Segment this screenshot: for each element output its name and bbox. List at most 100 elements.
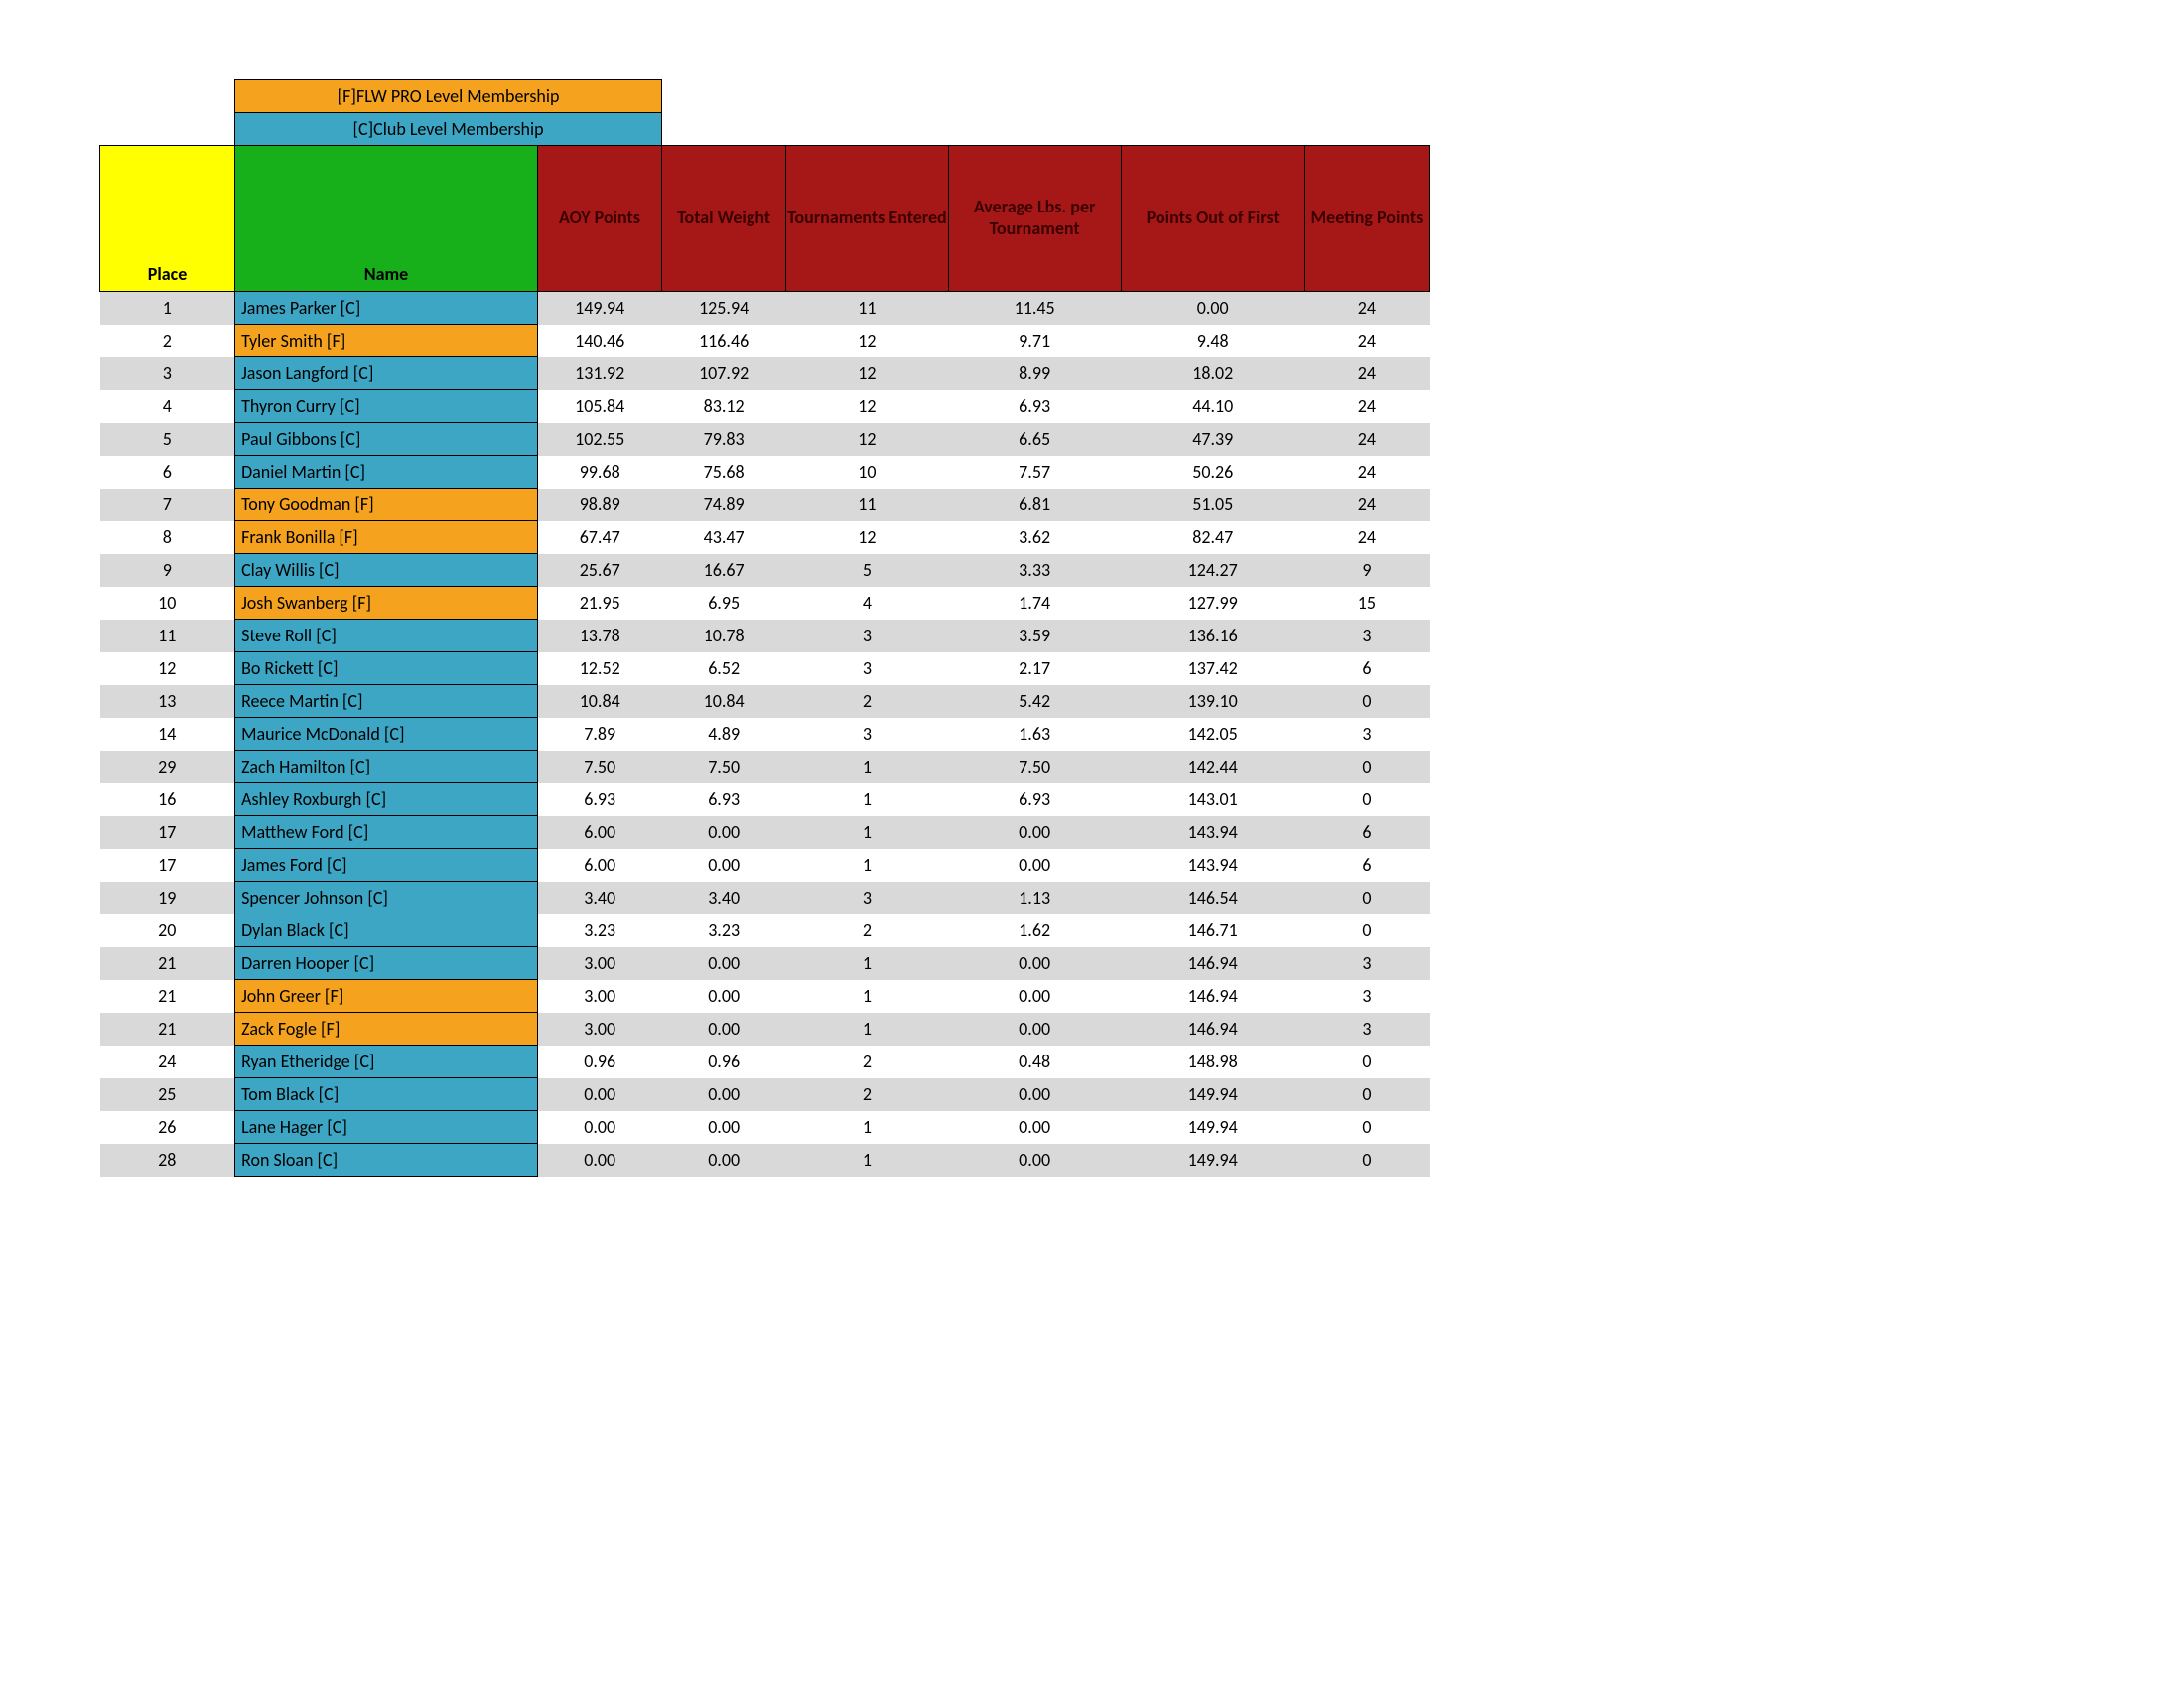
cell-avg-lbs: 3.62 <box>948 521 1121 554</box>
cell-avg-lbs: 2.17 <box>948 652 1121 685</box>
cell-points-out: 146.71 <box>1121 914 1304 947</box>
cell-total-weight: 6.93 <box>662 783 786 816</box>
legend-club-label: [C]Club Level Membership <box>235 113 662 146</box>
cell-name: Tom Black [C] <box>235 1078 538 1111</box>
cell-tournaments: 5 <box>786 554 948 587</box>
cell-meeting: 24 <box>1304 390 1429 423</box>
cell-total-weight: 0.00 <box>662 980 786 1013</box>
cell-tournaments: 11 <box>786 292 948 325</box>
cell-meeting: 24 <box>1304 292 1429 325</box>
header-avg-lbs: Average Lbs. per Tournament <box>948 146 1121 292</box>
table-row: 3Jason Langford [C]131.92107.92128.9918.… <box>100 357 1430 390</box>
cell-aoy: 21.95 <box>537 587 661 620</box>
table-row: 28Ron Sloan [C]0.000.0010.00149.940 <box>100 1144 1430 1177</box>
cell-name: Clay Willis [C] <box>235 554 538 587</box>
cell-aoy: 3.40 <box>537 882 661 914</box>
cell-meeting: 15 <box>1304 587 1429 620</box>
cell-aoy: 0.00 <box>537 1144 661 1177</box>
cell-total-weight: 7.50 <box>662 751 786 783</box>
cell-name: James Ford [C] <box>235 849 538 882</box>
cell-total-weight: 0.00 <box>662 1078 786 1111</box>
header-meeting: Meeting Points <box>1304 146 1429 292</box>
cell-total-weight: 16.67 <box>662 554 786 587</box>
cell-tournaments: 1 <box>786 1013 948 1046</box>
cell-points-out: 82.47 <box>1121 521 1304 554</box>
cell-points-out: 47.39 <box>1121 423 1304 456</box>
cell-aoy: 140.46 <box>537 325 661 357</box>
cell-aoy: 25.67 <box>537 554 661 587</box>
cell-name: Thyron Curry [C] <box>235 390 538 423</box>
legend-row-club: [C]Club Level Membership <box>100 113 1430 146</box>
cell-name: Reece Martin [C] <box>235 685 538 718</box>
cell-points-out: 142.05 <box>1121 718 1304 751</box>
cell-meeting: 6 <box>1304 652 1429 685</box>
cell-total-weight: 43.47 <box>662 521 786 554</box>
cell-total-weight: 10.78 <box>662 620 786 652</box>
cell-name: Paul Gibbons [C] <box>235 423 538 456</box>
table-row: 7Tony Goodman [F]98.8974.89116.8151.0524 <box>100 489 1430 521</box>
cell-total-weight: 10.84 <box>662 685 786 718</box>
cell-aoy: 6.00 <box>537 849 661 882</box>
cell-place: 2 <box>100 325 235 357</box>
cell-total-weight: 83.12 <box>662 390 786 423</box>
cell-points-out: 143.94 <box>1121 849 1304 882</box>
header-row: Place Name AOY Points Total Weight Tourn… <box>100 146 1430 292</box>
cell-tournaments: 1 <box>786 980 948 1013</box>
cell-tournaments: 1 <box>786 751 948 783</box>
cell-total-weight: 0.00 <box>662 947 786 980</box>
cell-name: Maurice McDonald [C] <box>235 718 538 751</box>
cell-place: 16 <box>100 783 235 816</box>
cell-name: Steve Roll [C] <box>235 620 538 652</box>
cell-aoy: 6.93 <box>537 783 661 816</box>
cell-tournaments: 3 <box>786 882 948 914</box>
cell-avg-lbs: 3.59 <box>948 620 1121 652</box>
cell-points-out: 127.99 <box>1121 587 1304 620</box>
cell-total-weight: 0.00 <box>662 849 786 882</box>
cell-meeting: 24 <box>1304 325 1429 357</box>
cell-name: Dylan Black [C] <box>235 914 538 947</box>
cell-avg-lbs: 0.00 <box>948 816 1121 849</box>
header-name: Name <box>235 146 538 292</box>
cell-points-out: 139.10 <box>1121 685 1304 718</box>
cell-place: 20 <box>100 914 235 947</box>
cell-total-weight: 74.89 <box>662 489 786 521</box>
cell-points-out: 146.94 <box>1121 1013 1304 1046</box>
cell-total-weight: 0.00 <box>662 1013 786 1046</box>
cell-avg-lbs: 1.74 <box>948 587 1121 620</box>
cell-total-weight: 3.40 <box>662 882 786 914</box>
cell-avg-lbs: 0.00 <box>948 1111 1121 1144</box>
cell-name: Zach Hamilton [C] <box>235 751 538 783</box>
cell-tournaments: 10 <box>786 456 948 489</box>
cell-name: John Greer [F] <box>235 980 538 1013</box>
cell-avg-lbs: 7.50 <box>948 751 1121 783</box>
cell-avg-lbs: 6.81 <box>948 489 1121 521</box>
header-tournaments: Tournaments Entered <box>786 146 948 292</box>
table-row: 17Matthew Ford [C]6.000.0010.00143.946 <box>100 816 1430 849</box>
cell-name: Jason Langford [C] <box>235 357 538 390</box>
table-row: 17James Ford [C]6.000.0010.00143.946 <box>100 849 1430 882</box>
cell-name: Tony Goodman [F] <box>235 489 538 521</box>
cell-aoy: 0.00 <box>537 1111 661 1144</box>
cell-place: 4 <box>100 390 235 423</box>
cell-meeting: 6 <box>1304 816 1429 849</box>
cell-meeting: 0 <box>1304 914 1429 947</box>
cell-tournaments: 2 <box>786 914 948 947</box>
cell-aoy: 7.50 <box>537 751 661 783</box>
table-row: 20Dylan Black [C]3.233.2321.62146.710 <box>100 914 1430 947</box>
cell-tournaments: 3 <box>786 620 948 652</box>
cell-place: 11 <box>100 620 235 652</box>
table-row: 5Paul Gibbons [C]102.5579.83126.6547.392… <box>100 423 1430 456</box>
cell-meeting: 9 <box>1304 554 1429 587</box>
cell-meeting: 0 <box>1304 1144 1429 1177</box>
table-row: 12Bo Rickett [C]12.526.5232.17137.426 <box>100 652 1430 685</box>
cell-aoy: 149.94 <box>537 292 661 325</box>
table-row: 13Reece Martin [C]10.8410.8425.42139.100 <box>100 685 1430 718</box>
cell-points-out: 50.26 <box>1121 456 1304 489</box>
cell-place: 21 <box>100 980 235 1013</box>
cell-tournaments: 12 <box>786 357 948 390</box>
cell-name: Zack Fogle [F] <box>235 1013 538 1046</box>
cell-aoy: 102.55 <box>537 423 661 456</box>
table-row: 19Spencer Johnson [C]3.403.4031.13146.54… <box>100 882 1430 914</box>
cell-meeting: 0 <box>1304 1111 1429 1144</box>
cell-avg-lbs: 1.13 <box>948 882 1121 914</box>
